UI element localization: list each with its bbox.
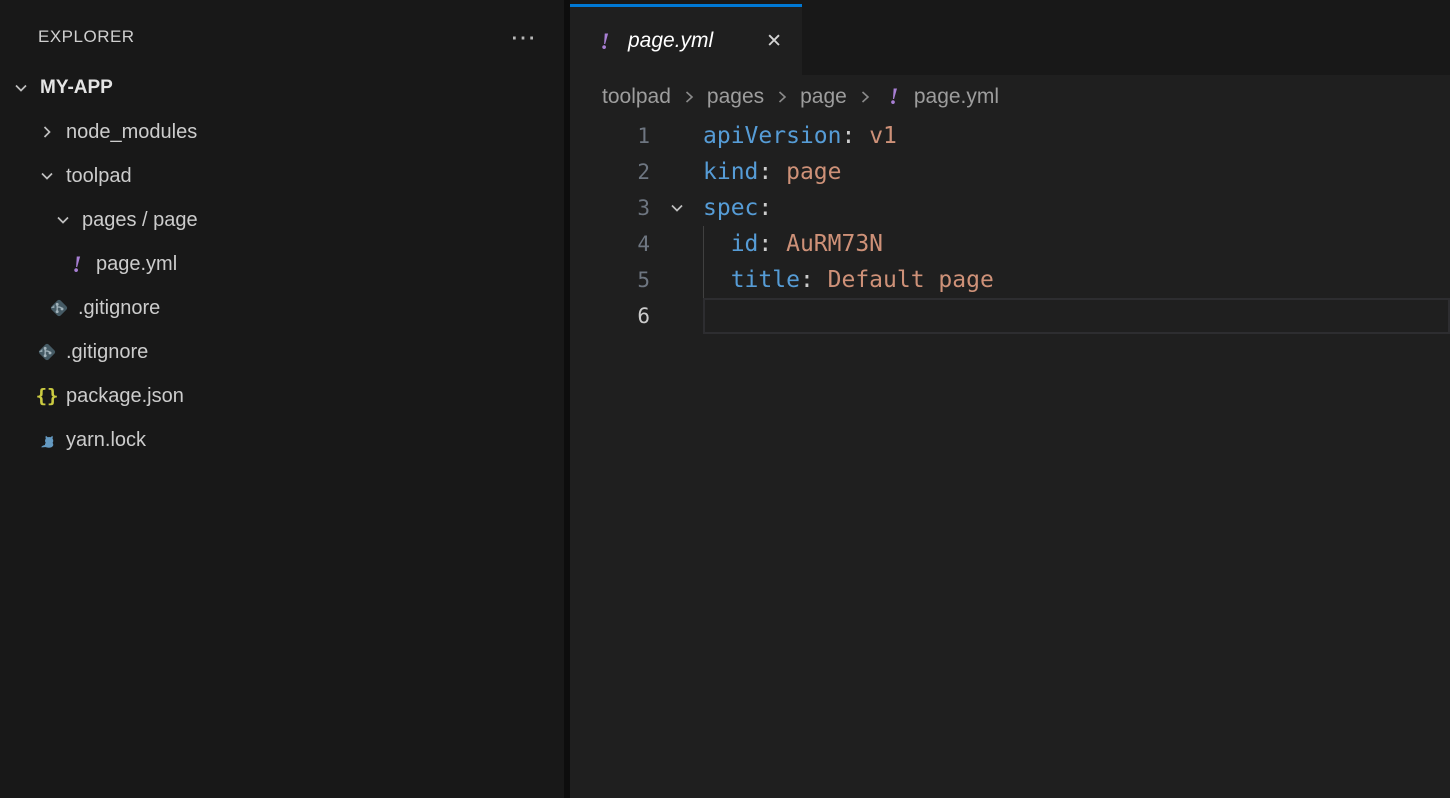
fold-slot: [650, 262, 703, 298]
tree-item-gitignore-toolpad[interactable]: .gitignore: [0, 286, 564, 330]
code-line-current[interactable]: 6: [570, 298, 1450, 334]
tree-item-label: toolpad: [66, 165, 132, 188]
explorer-title: EXPLORER: [38, 27, 135, 47]
tree-root-my-app[interactable]: MY-APP: [0, 66, 564, 110]
breadcrumb-chevron-icon: [856, 88, 874, 106]
toolpad-exclamation-icon: !: [66, 253, 88, 275]
line-number: 4: [570, 226, 650, 262]
code-line[interactable]: 1 apiVersion: v1: [570, 118, 1450, 154]
toolpad-exclamation-icon: !: [883, 86, 905, 108]
code-line[interactable]: 3 spec:: [570, 190, 1450, 226]
tree-item-node-modules[interactable]: node_modules: [0, 110, 564, 154]
more-actions-icon[interactable]: ⋯: [510, 24, 538, 50]
breadcrumb-item[interactable]: page: [800, 85, 847, 109]
tree-item-label: pages / page: [82, 209, 198, 232]
yaml-key: kind: [703, 159, 758, 185]
tab-bar: ! page.yml ✕: [570, 0, 1450, 75]
line-number: 6: [570, 298, 650, 334]
fold-slot: [650, 298, 703, 334]
tab-label: page.yml: [628, 29, 750, 53]
tree-item-label: .gitignore: [78, 297, 160, 320]
json-braces-icon: {}: [36, 385, 58, 407]
tree-item-gitignore-root[interactable]: .gitignore: [0, 330, 564, 374]
indent-guide: [703, 226, 704, 298]
tree-item-page-yml[interactable]: ! page.yml: [0, 242, 564, 286]
yaml-key: apiVersion: [703, 123, 841, 149]
chevron-down-icon: [10, 77, 32, 99]
yaml-key: title: [703, 267, 800, 293]
editor-group: ! page.yml ✕ toolpad pages page ! page.y…: [570, 0, 1450, 798]
tree-item-label: page.yml: [96, 253, 177, 276]
tree-item-label: package.json: [66, 385, 184, 408]
fold-slot: [650, 154, 703, 190]
git-icon: [48, 297, 70, 319]
yaml-value: page: [772, 159, 841, 185]
git-icon: [36, 341, 58, 363]
fold-chevron-icon[interactable]: [650, 190, 703, 226]
tab-page-yml[interactable]: ! page.yml ✕: [570, 4, 802, 75]
line-number: 3: [570, 190, 650, 226]
chevron-right-icon: [36, 121, 58, 143]
tree-item-yarn-lock[interactable]: yarn.lock: [0, 418, 564, 462]
tree-item-pages-page[interactable]: pages / page: [0, 198, 564, 242]
tree-item-package-json[interactable]: {} package.json: [0, 374, 564, 418]
code-editor[interactable]: 1 apiVersion: v1 2 kind: page 3 spec: 4 …: [570, 118, 1450, 798]
explorer-header: EXPLORER ⋯: [0, 0, 564, 66]
yaml-key: spec: [703, 195, 758, 221]
line-number: 1: [570, 118, 650, 154]
yaml-value: Default page: [814, 267, 994, 293]
yarn-icon: [36, 429, 58, 451]
tree-item-label: .gitignore: [66, 341, 148, 364]
line-number: 2: [570, 154, 650, 190]
root-folder-label: MY-APP: [40, 77, 113, 99]
chevron-down-icon: [36, 165, 58, 187]
breadcrumb-file[interactable]: page.yml: [914, 85, 999, 109]
line-number: 5: [570, 262, 650, 298]
code-line[interactable]: 4 id: AuRM73N: [570, 226, 1450, 262]
breadcrumb-chevron-icon: [773, 88, 791, 106]
chevron-down-icon: [52, 209, 74, 231]
explorer-sidebar: EXPLORER ⋯ MY-APP node_modules toolpad: [0, 0, 564, 798]
close-icon[interactable]: ✕: [762, 28, 786, 55]
toolpad-exclamation-icon: !: [594, 30, 616, 52]
tree-item-toolpad[interactable]: toolpad: [0, 154, 564, 198]
breadcrumb-item[interactable]: toolpad: [602, 85, 671, 109]
breadcrumb-chevron-icon: [680, 88, 698, 106]
yaml-value: v1: [855, 123, 897, 149]
vscode-window: EXPLORER ⋯ MY-APP node_modules toolpad: [0, 0, 1450, 798]
code-line[interactable]: 2 kind: page: [570, 154, 1450, 190]
tree-item-label: node_modules: [66, 121, 197, 144]
yaml-key: id: [703, 231, 758, 257]
breadcrumb: toolpad pages page ! page.yml: [570, 75, 1450, 118]
yaml-value: AuRM73N: [772, 231, 883, 257]
current-line-highlight: [703, 298, 1450, 334]
tree-item-label: yarn.lock: [66, 429, 146, 452]
fold-slot: [650, 118, 703, 154]
code-line[interactable]: 5 title: Default page: [570, 262, 1450, 298]
fold-slot: [650, 226, 703, 262]
breadcrumb-item[interactable]: pages: [707, 85, 764, 109]
